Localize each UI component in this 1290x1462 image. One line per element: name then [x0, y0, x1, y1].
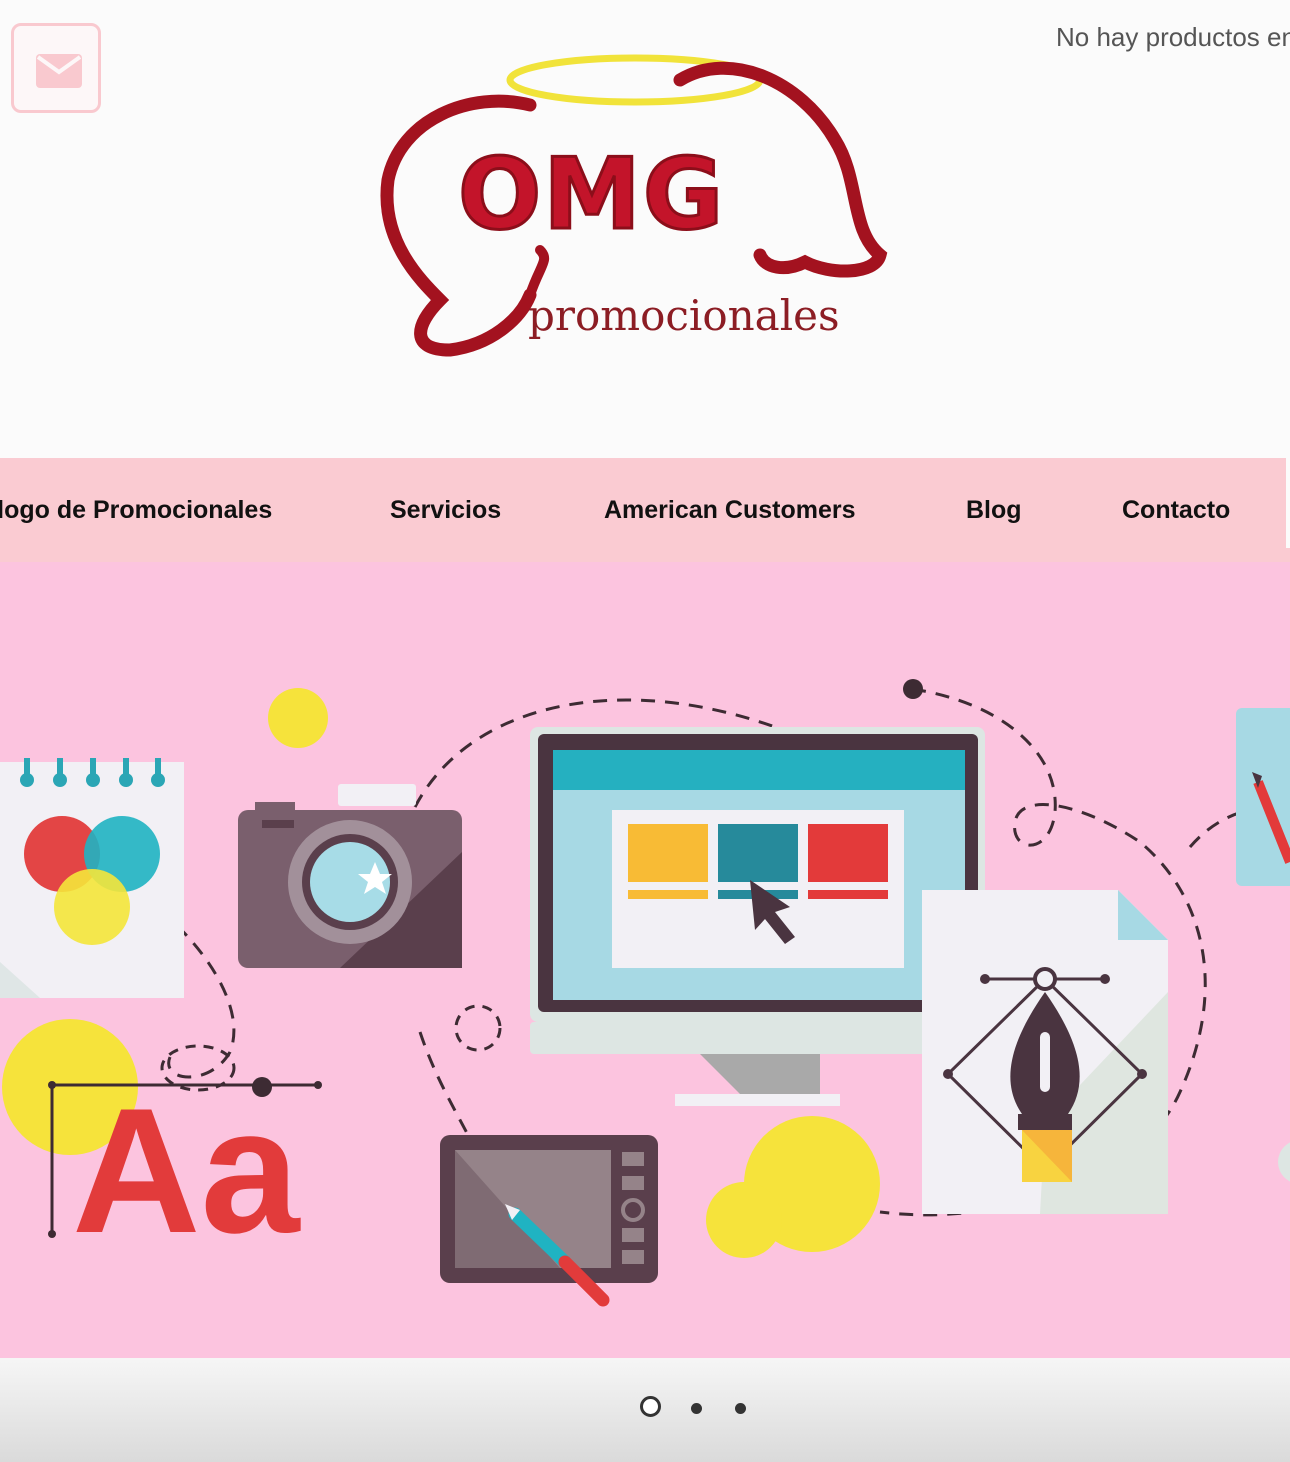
nav-item-contacto[interactable]: Contacto: [1122, 496, 1230, 525]
drawing-tablet: [440, 1135, 658, 1307]
site-header: No hay productos en OMG promocionales: [0, 0, 1290, 458]
color-notepad: [0, 758, 184, 998]
page: No hay productos en OMG promocionales Ca…: [0, 0, 1290, 1462]
nav-item-catalogo[interactable]: Catálogo de Promocionales: [0, 496, 272, 525]
nav-edge: [1286, 458, 1290, 548]
vector-document: [922, 890, 1168, 1214]
pencil-card: [1236, 708, 1290, 886]
slide-dot-1[interactable]: [640, 1396, 661, 1417]
typography-text: Aa: [72, 1071, 302, 1270]
monitor: [530, 727, 985, 1106]
logo-sub-text: promocionales: [528, 291, 840, 340]
slider-pager: [0, 1358, 1290, 1462]
cart-status[interactable]: No hay productos en: [1056, 22, 1290, 53]
hero-slider[interactable]: Aa: [0, 562, 1290, 1358]
envelope-icon: [36, 54, 82, 88]
typography-sample: Aa: [48, 1044, 322, 1270]
omg-logo[interactable]: OMG promocionales: [380, 50, 900, 370]
design-illustration: Aa: [0, 679, 1290, 1307]
nav-item-servicios[interactable]: Servicios: [390, 496, 501, 525]
slide-dot-3[interactable]: [735, 1403, 746, 1414]
contact-email-button[interactable]: [11, 23, 101, 113]
nav-item-blog[interactable]: Blog: [966, 496, 1022, 525]
camera: [238, 784, 462, 968]
main-navigation: Catálogo de Promocionales Servicios Amer…: [0, 458, 1290, 562]
slide-dot-2[interactable]: [691, 1403, 702, 1414]
logo-main-text: OMG: [458, 138, 725, 252]
nav-item-american-customers[interactable]: American Customers: [604, 496, 855, 525]
